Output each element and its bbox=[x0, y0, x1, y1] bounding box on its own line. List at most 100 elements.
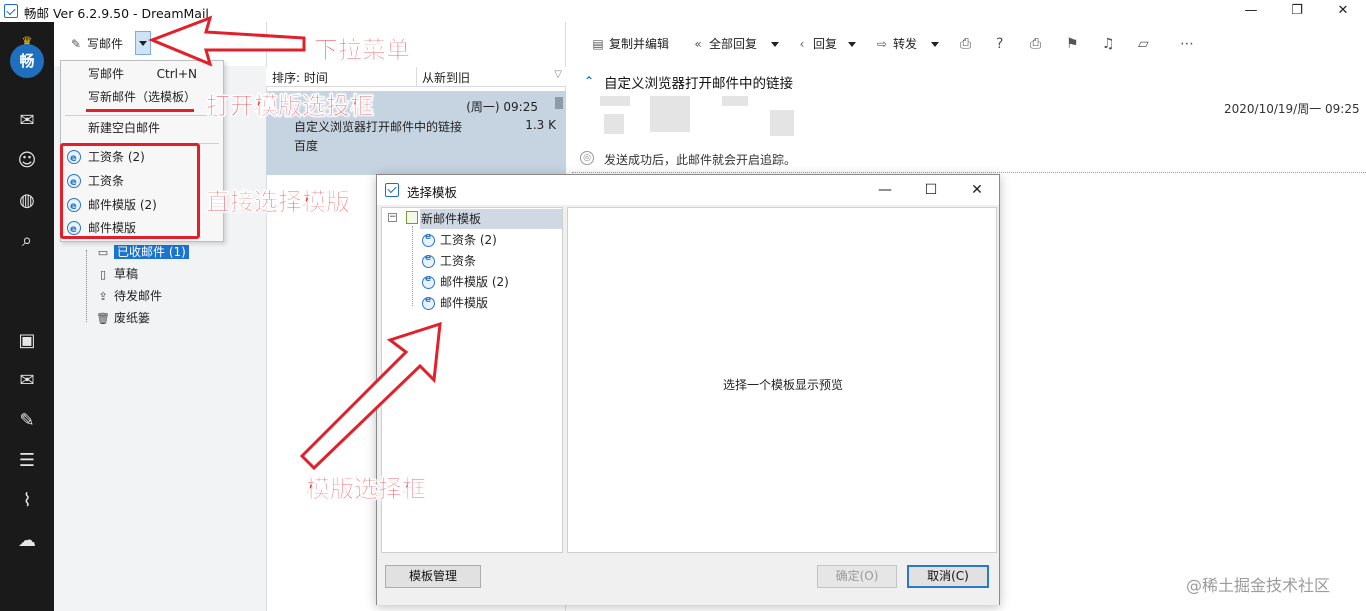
dialog-body: − 新邮件模板 工资条 (2) 工资条 邮件模版 (2) 邮件模版 选择一个模板… bbox=[377, 205, 999, 605]
reply-all-caret[interactable] bbox=[771, 42, 779, 47]
annotation-direct-select: 直接选择模版 bbox=[206, 188, 351, 217]
close-button[interactable]: ✕ bbox=[1320, 0, 1366, 22]
receive-label: 收发 bbox=[185, 37, 210, 51]
flag-icon[interactable]: ⚑ bbox=[1066, 31, 1079, 57]
template-dialog: 选择模板 — ☐ ✕ − 新邮件模板 工资条 (2) 工资条 邮件模版 (2) … bbox=[376, 174, 1000, 605]
tree-guide bbox=[412, 226, 413, 306]
cloud-icon[interactable]: ☁ bbox=[14, 528, 40, 554]
maximize-button[interactable]: ❐ bbox=[1274, 0, 1320, 22]
dialog-minimize-button[interactable]: — bbox=[865, 179, 905, 201]
template-preview: 选择一个模板显示预览 bbox=[567, 207, 997, 553]
app-root: 畅邮 Ver 6.2.9.50 - DreamMail — ❐ ✕ ♛ 畅 ✉ … bbox=[0, 0, 1366, 611]
reply-all-button[interactable]: « 全部回复 bbox=[690, 31, 757, 57]
blurred-sender bbox=[770, 110, 794, 136]
minimize-button[interactable]: — bbox=[1228, 0, 1274, 22]
blurred-sender bbox=[604, 114, 624, 134]
compose-button[interactable]: ✎ 写邮件 bbox=[68, 31, 123, 57]
mail-icon[interactable]: ✉ bbox=[14, 108, 40, 134]
tracking-icon: ◎ bbox=[580, 151, 594, 165]
contacts-icon[interactable]: ☺ bbox=[14, 148, 40, 174]
tree-item-template[interactable]: 工资条 (2) bbox=[440, 230, 497, 250]
notes-icon[interactable]: ☰ bbox=[14, 448, 40, 474]
avatar[interactable]: 畅 bbox=[10, 44, 44, 78]
receive-button[interactable]: ⇅ 收发 bbox=[166, 31, 209, 57]
collapse-toggle-icon[interactable]: − bbox=[388, 213, 397, 222]
forward-caret[interactable] bbox=[931, 42, 939, 47]
order-label[interactable]: 从新到旧 bbox=[422, 69, 470, 86]
folder-icon: ▭ bbox=[97, 246, 109, 259]
template-folder-icon bbox=[406, 211, 418, 224]
edit-doc-icon: ▤ bbox=[592, 37, 604, 51]
reply-caret[interactable] bbox=[848, 42, 856, 47]
template-icon bbox=[422, 232, 435, 247]
attachment-icon[interactable]: ⌇ bbox=[14, 488, 40, 514]
tree-guide bbox=[86, 250, 87, 322]
compose-label: 写邮件 bbox=[87, 37, 124, 51]
collapse-chevron-icon[interactable]: ⌃ bbox=[584, 74, 594, 88]
copy-edit-button[interactable]: ▤ 复制并编辑 bbox=[590, 31, 669, 57]
tree-item-template[interactable]: 邮件模版 bbox=[440, 293, 488, 313]
address-book-icon[interactable]: ▣ bbox=[14, 328, 40, 354]
tree-item-template[interactable]: 工资条 bbox=[440, 251, 476, 271]
folder-row-drafts[interactable]: ▯ 草稿 bbox=[96, 264, 138, 285]
folder-label: 草稿 bbox=[114, 267, 139, 281]
reader-subject: 自定义浏览器打开邮件中的链接 bbox=[604, 76, 793, 92]
blurred-sender bbox=[722, 96, 748, 106]
template-manage-button[interactable]: 模板管理 bbox=[385, 565, 481, 588]
compose-dropdown-arrow[interactable] bbox=[135, 31, 151, 55]
order-caret-icon[interactable]: ▽ bbox=[554, 69, 562, 80]
menu-item-blank-mail[interactable]: 新建空白邮件 bbox=[61, 117, 223, 139]
reply-icon: ‹ bbox=[799, 37, 805, 51]
cancel-button[interactable]: 取消(C) bbox=[907, 565, 989, 588]
blurred-sender bbox=[650, 96, 690, 132]
trash-icon: 🗑 bbox=[96, 312, 110, 325]
tree-root[interactable]: 新邮件模板 bbox=[420, 209, 562, 229]
folder-label: 已收邮件 (1) bbox=[114, 245, 189, 259]
tree-item-template[interactable]: 邮件模版 (2) bbox=[440, 272, 509, 292]
search-icon[interactable]: ⌕ bbox=[14, 228, 40, 254]
folder-row-inbox[interactable]: ▭ 已收邮件 (1) bbox=[96, 242, 264, 263]
template-icon bbox=[422, 274, 435, 289]
dialog-title: 选择模板 bbox=[407, 185, 458, 200]
reply-button[interactable]: ‹ 回复 bbox=[794, 31, 837, 57]
reply-all-label: 全部回复 bbox=[709, 37, 758, 51]
pen-icon[interactable]: ✎ bbox=[14, 408, 40, 434]
dialog-close-button[interactable]: ✕ bbox=[957, 179, 997, 201]
folder-row-trash[interactable]: 🗑 废纸篓 bbox=[96, 308, 150, 329]
forward-button[interactable]: ⇨ 转发 bbox=[874, 31, 917, 57]
reply-label: 回复 bbox=[813, 37, 838, 51]
underline-annotation bbox=[86, 109, 194, 112]
globe-icon[interactable]: ◍ bbox=[14, 188, 40, 214]
watermark: @稀土掘金技术社区 bbox=[1186, 576, 1331, 595]
folder-label: 待发邮件 bbox=[114, 289, 163, 303]
dialog-maximize-button[interactable]: ☐ bbox=[911, 179, 951, 201]
receive-dropdown-caret[interactable] bbox=[218, 42, 226, 47]
screenshot-icon[interactable]: ⎙ bbox=[960, 31, 971, 57]
sort-label[interactable]: 排序: 时间 bbox=[272, 69, 328, 86]
menu-item-compose[interactable]: 写邮件 Ctrl+N bbox=[61, 63, 223, 85]
bell-icon[interactable]: ♫ bbox=[1102, 31, 1115, 57]
window-titlebar: 畅邮 Ver 6.2.9.50 - DreamMail — ❐ ✕ bbox=[0, 0, 1366, 22]
folder-row-outbox[interactable]: ⇪ 待发邮件 bbox=[96, 286, 162, 307]
forward-label: 转发 bbox=[893, 37, 918, 51]
menu-item-label: 写新邮件（选模板） bbox=[88, 90, 197, 104]
more-icon[interactable]: ⋯ bbox=[1180, 31, 1194, 57]
annotation-open-template: 打开模版选投框 bbox=[206, 92, 375, 121]
menu-item-compose-template[interactable]: 写新邮件（选模板） bbox=[61, 86, 223, 108]
ok-button[interactable]: 确定(O) bbox=[817, 565, 897, 588]
mailbox-icon[interactable]: ✉ bbox=[14, 368, 40, 394]
print-icon[interactable]: ⎙ bbox=[1030, 31, 1041, 57]
reader-divider bbox=[572, 172, 1366, 173]
tracking-notice: 发送成功后，此邮件就会开启追踪。 bbox=[604, 153, 797, 167]
draft-icon: ▯ bbox=[99, 268, 107, 281]
reply-all-icon: « bbox=[694, 37, 702, 51]
dialog-titlebar: 选择模板 — ☐ ✕ bbox=[377, 175, 999, 205]
note-icon[interactable]: ▱ bbox=[1138, 31, 1149, 57]
reader-date: 2020/10/19/周一 09:25 bbox=[1224, 102, 1360, 116]
help-icon[interactable]: ? bbox=[996, 31, 1003, 57]
app-logo-icon bbox=[385, 183, 399, 197]
templates-highlight-box bbox=[60, 143, 200, 239]
mail-sender: 百度 bbox=[294, 139, 319, 153]
list-scroll-thumb[interactable] bbox=[555, 97, 563, 109]
template-icon bbox=[422, 295, 435, 310]
